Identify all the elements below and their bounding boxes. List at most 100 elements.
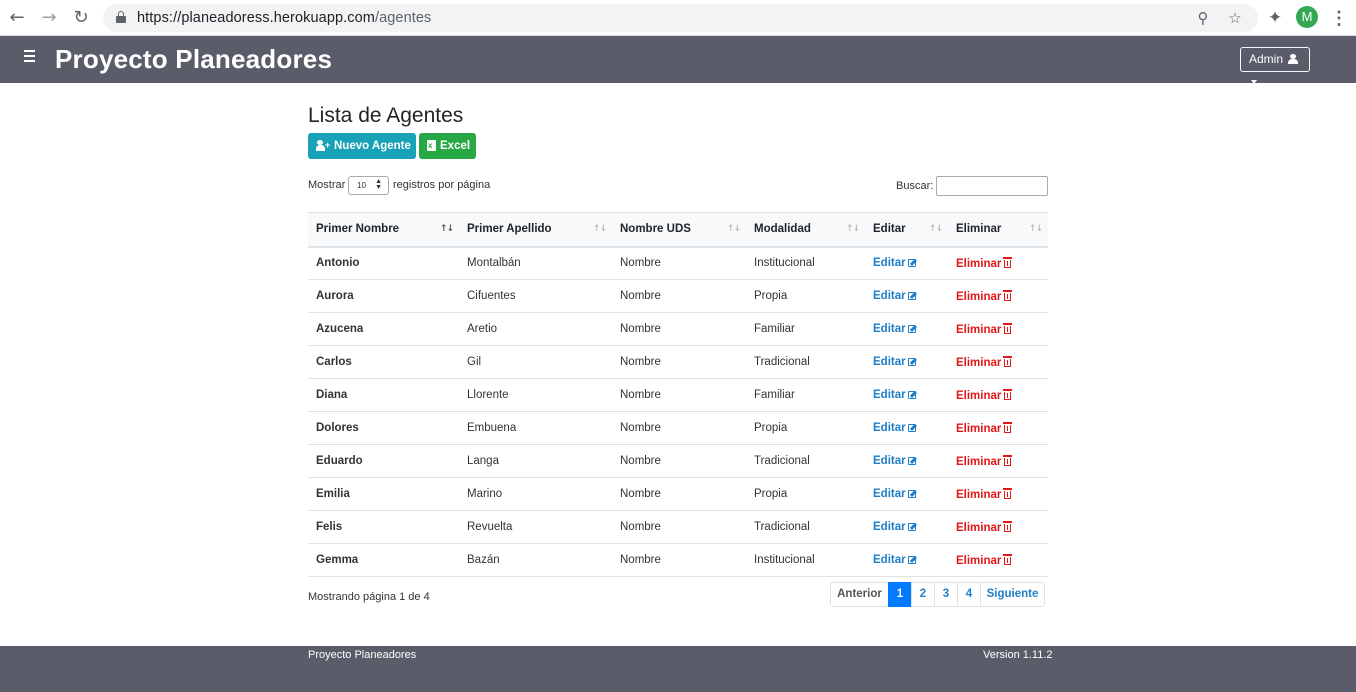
edit-icon	[907, 389, 919, 399]
column-header-primer-apellido[interactable]: Primer Apellido ↑↓	[459, 212, 612, 248]
table-row: Aurora Cifuentes Nombre Propia Editar Elimina…	[308, 279, 1048, 313]
cell-nombre-uds: Nombre	[612, 510, 746, 544]
page-title: Lista de Agentes	[308, 104, 464, 127]
column-header-primer-nombre[interactable]: Primer Nombre ↑↓	[308, 212, 459, 248]
edit-link[interactable]: Editar	[873, 422, 919, 434]
edit-label: Editar	[873, 488, 906, 500]
app-title[interactable]: Proyecto Planeadores	[55, 44, 332, 75]
cell-primer-nombre[interactable]: Diana	[308, 378, 459, 412]
page-size-select[interactable]: 10 ▲ ▼	[348, 176, 389, 195]
edit-icon	[907, 455, 919, 465]
cell-primer-nombre[interactable]: Eduardo	[308, 444, 459, 478]
edit-icon	[907, 521, 919, 531]
cell-primer-apellido: Marino	[459, 477, 612, 511]
delete-link[interactable]: Eliminar	[956, 322, 1013, 336]
cell-nombre-uds: Nombre	[612, 477, 746, 511]
profile-avatar[interactable]: M	[1296, 6, 1318, 28]
reload-icon[interactable]: ↻	[70, 7, 92, 29]
delete-link[interactable]: Eliminar	[956, 355, 1013, 369]
cell-primer-nombre[interactable]: Azucena	[308, 312, 459, 346]
per-page-label: registros por página	[393, 179, 491, 191]
edit-link[interactable]: Editar	[873, 488, 919, 500]
star-icon[interactable]: ☆	[1225, 8, 1245, 28]
search-input[interactable]	[936, 176, 1048, 196]
select-arrows-icon: ▲ ▼	[375, 178, 382, 191]
hamburger-menu-icon[interactable]	[24, 50, 38, 68]
delete-link[interactable]: Eliminar	[956, 421, 1013, 435]
footer: Proyecto Planeadores Version 1.11.2	[0, 646, 1356, 692]
cell-nombre-uds: Nombre	[612, 312, 746, 346]
trash-icon	[1003, 388, 1013, 400]
cell-editar: Editar	[865, 378, 948, 412]
cell-editar: Editar	[865, 444, 948, 478]
edit-link[interactable]: Editar	[873, 323, 919, 335]
cell-primer-nombre[interactable]: Carlos	[308, 345, 459, 379]
browser-menu-icon[interactable]: ⋮	[1330, 7, 1348, 29]
table-row: Carlos Gil Nombre Tradicional Editar Eliminar	[308, 345, 1048, 379]
trash-icon	[1003, 322, 1013, 334]
cell-primer-nombre[interactable]: Felis	[308, 510, 459, 544]
delete-link[interactable]: Eliminar	[956, 487, 1013, 501]
previous-page-button[interactable]: Anterior	[830, 582, 889, 607]
column-header-editar[interactable]: Editar ↑↓	[865, 212, 948, 248]
edit-label: Editar	[873, 290, 906, 302]
new-agent-button[interactable]: + Nuevo Agente	[308, 133, 416, 159]
delete-link[interactable]: Eliminar	[956, 553, 1013, 567]
delete-label: Eliminar	[956, 554, 1002, 567]
cell-modalidad: Familiar	[746, 378, 865, 412]
cell-primer-apellido: Montalbán	[459, 246, 612, 280]
cell-eliminar: Eliminar	[948, 378, 1048, 412]
address-bar[interactable]: https://planeadoress.herokuapp.com/agent…	[103, 4, 1258, 32]
column-header-eliminar[interactable]: Eliminar ↑↓	[948, 212, 1048, 248]
edit-link[interactable]: Editar	[873, 554, 919, 566]
delete-label: Eliminar	[956, 389, 1002, 402]
excel-button[interactable]: x Excel	[419, 133, 476, 159]
cell-primer-nombre[interactable]: Dolores	[308, 411, 459, 445]
cell-primer-nombre[interactable]: Gemma	[308, 543, 459, 577]
zoom-icon[interactable]: ⚲	[1193, 8, 1213, 28]
page-button-3[interactable]: 3	[934, 582, 958, 607]
cell-nombre-uds: Nombre	[612, 444, 746, 478]
column-header-modalidad[interactable]: Modalidad ↑↓	[746, 212, 865, 248]
cell-eliminar: Eliminar	[948, 444, 1048, 478]
back-arrow-icon[interactable]: ←	[6, 7, 28, 29]
cell-primer-nombre[interactable]: Emilia	[308, 477, 459, 511]
table-row: Dolores Embuena Nombre Propia Editar Eliminar	[308, 411, 1048, 445]
delete-link[interactable]: Eliminar	[956, 388, 1013, 402]
cell-primer-apellido: Langa	[459, 444, 612, 478]
next-page-button[interactable]: Siguiente	[980, 582, 1045, 607]
edit-label: Editar	[873, 389, 906, 401]
column-header-nombre-uds[interactable]: Nombre UDS ↑↓	[612, 212, 746, 248]
table-row: Diana Llorente Nombre Familiar Editar Elimina…	[308, 378, 1048, 412]
sort-icon: ↑↓	[928, 224, 943, 234]
cell-primer-apellido: Revuelta	[459, 510, 612, 544]
page-button-2[interactable]: 2	[911, 582, 935, 607]
extensions-icon[interactable]: ✦	[1264, 7, 1286, 29]
cell-primer-nombre[interactable]: Aurora	[308, 279, 459, 313]
table-row: Azucena Aretio Nombre Familiar Editar Elimina…	[308, 312, 1048, 346]
delete-link[interactable]: Eliminar	[956, 520, 1013, 534]
edit-link[interactable]: Editar	[873, 389, 919, 401]
page-button-1[interactable]: 1	[888, 582, 912, 607]
url-text[interactable]: https://planeadoress.herokuapp.com/agent…	[137, 10, 431, 26]
cell-primer-nombre[interactable]: Antonio	[308, 246, 459, 280]
cell-editar: Editar	[865, 246, 948, 280]
delete-label: Eliminar	[956, 455, 1002, 468]
edit-link[interactable]: Editar	[873, 290, 919, 302]
delete-link[interactable]: Eliminar	[956, 289, 1013, 303]
cell-nombre-uds: Nombre	[612, 279, 746, 313]
edit-link[interactable]: Editar	[873, 257, 919, 269]
page-button-4[interactable]: 4	[957, 582, 981, 607]
edit-link[interactable]: Editar	[873, 521, 919, 533]
edit-link[interactable]: Editar	[873, 356, 919, 368]
edit-icon	[907, 323, 919, 333]
edit-icon	[907, 554, 919, 564]
table-row: Emilia Marino Nombre Propia Editar Eliminar	[308, 477, 1048, 511]
delete-link[interactable]: Eliminar	[956, 256, 1013, 270]
edit-link[interactable]: Editar	[873, 455, 919, 467]
cell-eliminar: Eliminar	[948, 543, 1048, 577]
edit-icon	[907, 356, 919, 366]
admin-dropdown-button[interactable]: Admin	[1240, 47, 1310, 84]
delete-link[interactable]: Eliminar	[956, 454, 1013, 468]
forward-arrow-icon[interactable]: →	[38, 7, 60, 29]
